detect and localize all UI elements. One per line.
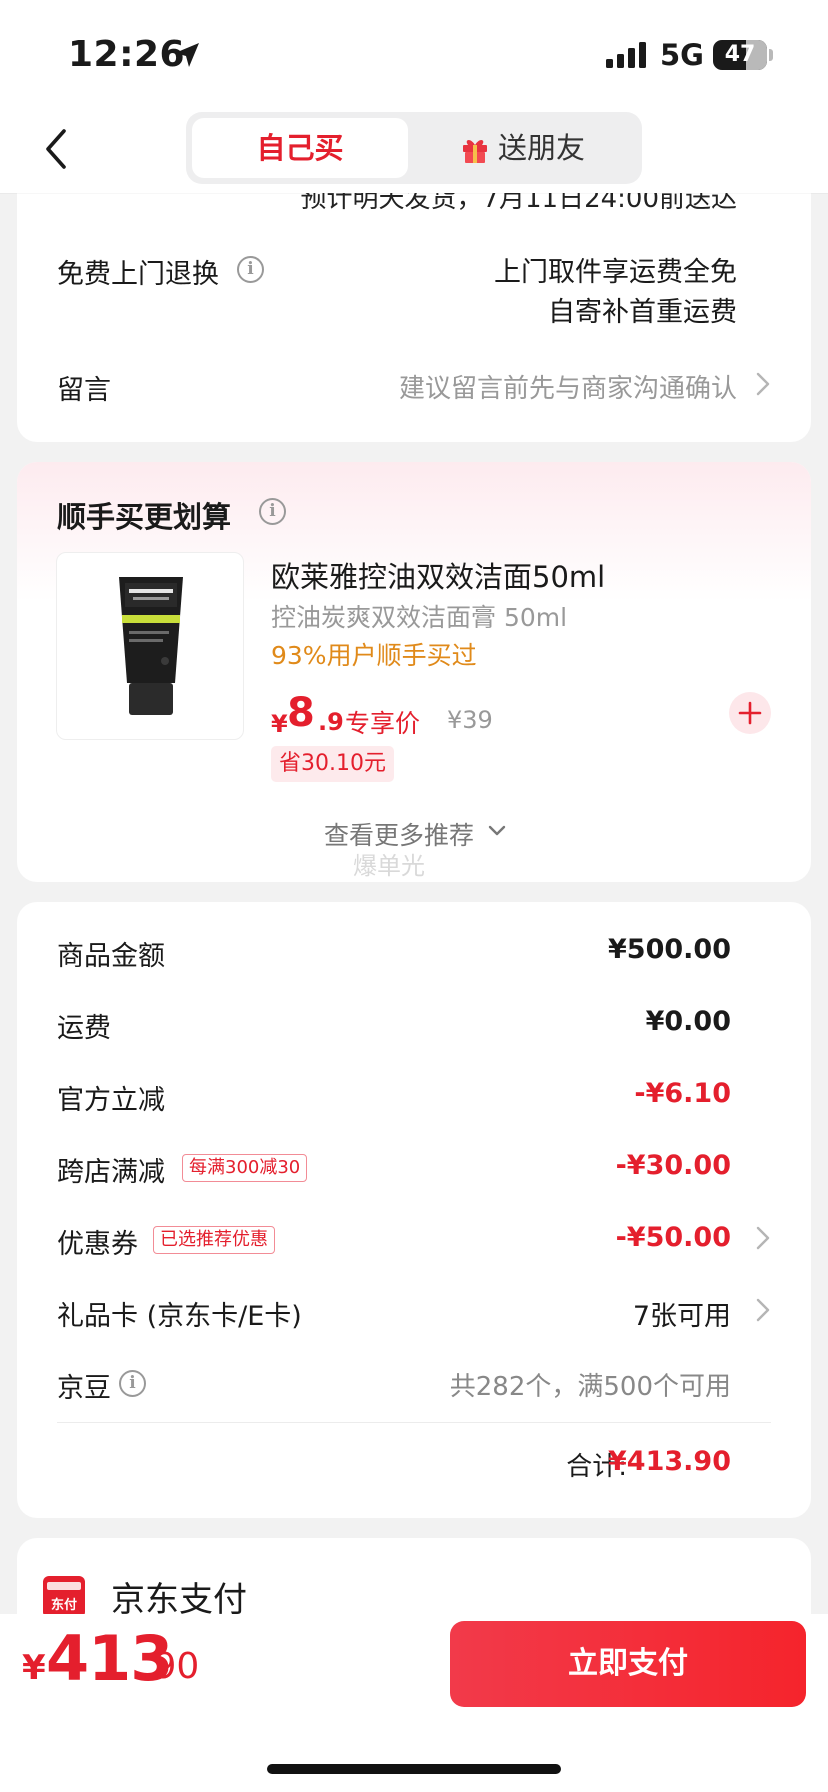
info-icon[interactable]: i — [259, 498, 286, 525]
total-decimal: .90 — [142, 1646, 200, 1687]
return-line-2: 自寄补首重运费 — [548, 297, 737, 328]
official-discount-label: 官方立减 — [57, 1085, 165, 1116]
jd-pay-icon-text: 东付 — [50, 1598, 77, 1613]
plus-icon — [738, 701, 762, 725]
cross-store-discount-value: -¥30.00 — [615, 1150, 731, 1181]
official-discount-value: -¥6.10 — [634, 1078, 731, 1109]
save-badge: 省30.10元 — [271, 746, 394, 782]
coupon-badge: 已选推荐优惠 — [153, 1226, 275, 1254]
total-currency: ¥ — [22, 1648, 46, 1688]
checkout-bar: ¥ 413 .90 立即支付 — [0, 1614, 828, 1792]
info-icon[interactable]: i — [119, 1370, 146, 1397]
pay-now-button[interactable]: 立即支付 — [450, 1621, 806, 1707]
message-input[interactable]: 建议留言前先与商家沟通确认 — [399, 368, 737, 405]
purchase-mode-switch: 自己买 送朋友 — [186, 112, 642, 184]
info-icon[interactable]: i — [237, 256, 264, 283]
return-label: 免费上门退换 — [57, 259, 219, 290]
price-integer: 8 — [287, 690, 315, 736]
jd-pay-icon: 东付 — [43, 1576, 85, 1618]
product-subtitle: 控油炭爽双效洁面膏 50ml — [271, 603, 568, 632]
battery-level: 47 — [724, 42, 756, 67]
back-icon[interactable] — [40, 125, 70, 173]
chevron-down-icon[interactable] — [487, 824, 507, 838]
summary-divider — [57, 1422, 771, 1423]
recommend-title: 顺手买更划算 — [57, 500, 232, 534]
price-summary-card: 商品金额 ¥500.00 运费 ¥0.00 官方立减 -¥6.10 跨店满减 每… — [17, 902, 811, 1518]
goods-amount-value: ¥500.00 — [608, 934, 731, 965]
product-tube-icon — [119, 577, 183, 715]
cross-store-badge: 每满300减30 — [182, 1154, 308, 1182]
tab-self-buy[interactable]: 自己买 — [192, 118, 408, 178]
status-bar: 12:26 5G 47 — [0, 0, 828, 105]
battery-cap — [769, 49, 773, 61]
jd-beans-value: 共282个，满500个可用 — [449, 1372, 731, 1402]
recommend-card: 顺手买更划算 i 欧莱雅控油双效洁面50ml 控油炭爽双效洁面膏 50ml 93… — [17, 462, 811, 882]
product-popularity: 93%用户顺手买过 — [271, 641, 477, 670]
goods-amount-label: 商品金额 — [57, 941, 165, 972]
price-tag: 专享价 — [345, 709, 421, 738]
gift-card-label[interactable]: 礼品卡 (京东卡/E卡) — [57, 1294, 302, 1333]
product-name[interactable]: 欧莱雅控油双效洁面50ml — [271, 554, 605, 596]
add-to-cart-button[interactable] — [729, 692, 771, 734]
signal-icon — [606, 42, 646, 68]
faint-overlay-text: 爆单光 — [353, 852, 425, 880]
gift-icon — [463, 140, 487, 163]
tab-send-friend[interactable]: 送朋友 — [452, 118, 632, 178]
chevron-right-icon[interactable] — [756, 1226, 770, 1250]
battery-icon: 47 — [713, 40, 767, 70]
total-value: ¥413.90 — [608, 1446, 731, 1477]
shipping-label: 运费 — [57, 1013, 111, 1044]
status-time: 12:26 — [68, 34, 186, 75]
tab-send-friend-label: 送朋友 — [498, 131, 586, 165]
return-line-1: 上门取件享运费全免 — [494, 257, 737, 288]
gift-card-value[interactable]: 7张可用 — [633, 1294, 731, 1333]
delivery-card: 预计明天发货，7月11日24:00前送达 免费上门退换 i 上门取件享运费全免 … — [17, 150, 811, 442]
coupon-label[interactable]: 优惠券 — [57, 1222, 138, 1261]
price-currency: ¥ — [271, 710, 288, 738]
nav-bar: 自己买 送朋友 — [0, 105, 828, 193]
original-price: ¥39 — [447, 706, 493, 734]
price-decimal: .9 — [318, 708, 344, 736]
shipping-value: ¥0.00 — [645, 1006, 731, 1037]
chevron-right-icon[interactable] — [756, 372, 770, 396]
home-indicator[interactable] — [267, 1764, 561, 1774]
product-image[interactable] — [56, 552, 244, 740]
message-label: 留言 — [57, 375, 111, 406]
cross-store-discount-label: 跨店满减 — [57, 1157, 165, 1188]
network-label: 5G — [660, 38, 704, 72]
coupon-value[interactable]: -¥50.00 — [616, 1222, 731, 1253]
chevron-right-icon[interactable] — [756, 1298, 770, 1322]
jd-beans-label: 京豆 — [57, 1373, 111, 1404]
location-arrow-icon — [175, 43, 199, 67]
